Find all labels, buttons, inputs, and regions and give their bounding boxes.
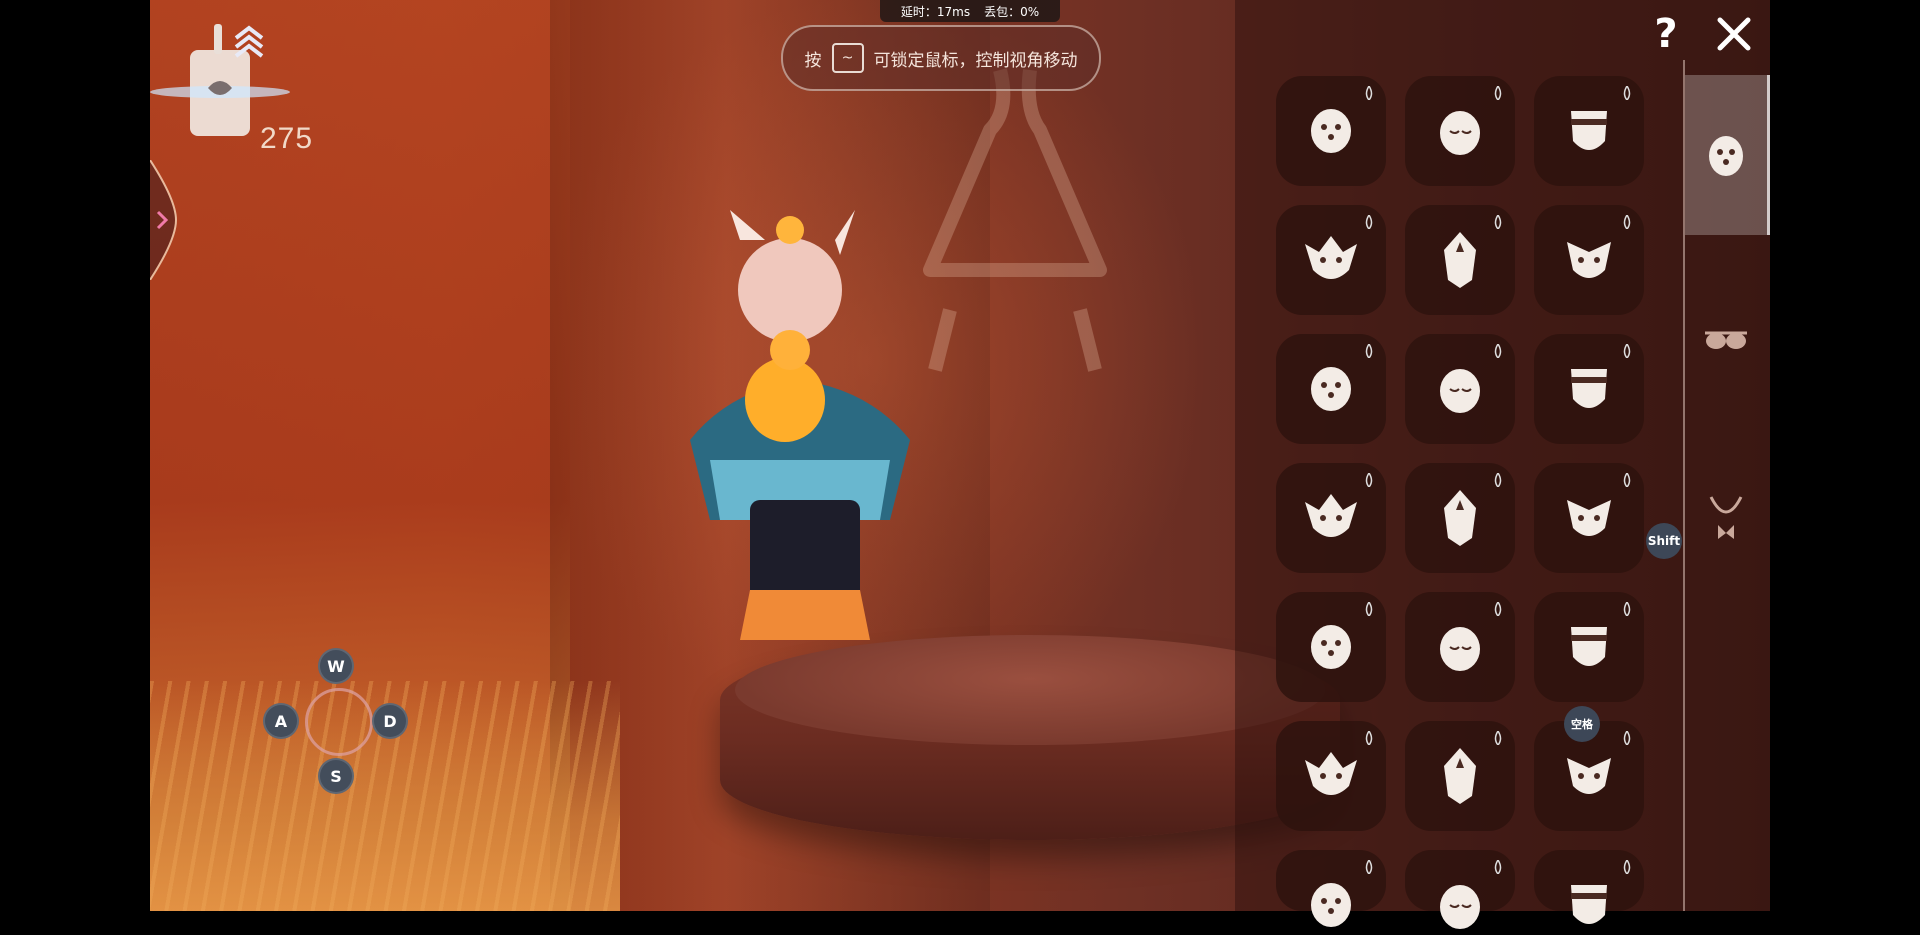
mask-icon bbox=[1311, 625, 1351, 669]
mask-icon bbox=[1444, 748, 1476, 804]
water-drop-icon bbox=[1623, 215, 1631, 229]
glasses-icon bbox=[1705, 331, 1747, 349]
water-drop-icon bbox=[1623, 602, 1631, 616]
mask-icon bbox=[1567, 758, 1611, 794]
mask-icon bbox=[1311, 367, 1351, 411]
mask-slot[interactable] bbox=[1405, 850, 1515, 929]
mask-icon bbox=[1571, 885, 1607, 924]
tab-necklaces[interactable] bbox=[1685, 440, 1767, 600]
tab-masks[interactable] bbox=[1685, 75, 1770, 235]
mask-slot[interactable] bbox=[1405, 334, 1515, 444]
candle-count: 275 bbox=[260, 122, 314, 155]
mask-icon bbox=[1440, 885, 1480, 929]
water-drop-icon bbox=[1365, 473, 1373, 487]
water-drop-icon bbox=[1365, 731, 1373, 745]
mouse-lock-hint: 按 ~ 可锁定鼠标，控制视角移动 bbox=[781, 25, 1101, 91]
mask-icon bbox=[1444, 490, 1476, 546]
mask-slot[interactable] bbox=[1534, 334, 1644, 444]
mask-icon bbox=[1440, 369, 1480, 413]
mask-slot[interactable] bbox=[1276, 850, 1386, 927]
mask-slot[interactable] bbox=[1276, 463, 1386, 573]
water-drop-icon bbox=[1623, 860, 1631, 874]
network-status: 延时：17ms 丢包：0% bbox=[880, 0, 1060, 22]
mask-slot[interactable] bbox=[1534, 205, 1644, 315]
mask-slot[interactable] bbox=[1276, 721, 1386, 831]
water-drop-icon bbox=[1365, 344, 1373, 358]
mask-slot[interactable] bbox=[1405, 463, 1515, 573]
mask-icon bbox=[1311, 109, 1351, 153]
mask-slot[interactable] bbox=[1534, 850, 1644, 924]
mask-icon bbox=[1305, 494, 1357, 537]
mask-icon bbox=[1709, 136, 1743, 176]
water-drop-icon bbox=[1494, 860, 1502, 874]
hint-prefix: 按 bbox=[804, 50, 822, 71]
mask-slot[interactable] bbox=[1405, 76, 1515, 186]
water-drop-icon bbox=[1365, 86, 1373, 100]
shift-key-hint: Shift bbox=[1646, 523, 1682, 559]
mask-icon bbox=[1567, 242, 1611, 278]
mask-slot[interactable] bbox=[1405, 592, 1515, 702]
key-a[interactable]: A bbox=[263, 703, 299, 739]
mask-icon bbox=[1444, 232, 1476, 288]
key-d[interactable]: D bbox=[372, 703, 408, 739]
candle-counter[interactable]: 275 bbox=[150, 20, 340, 160]
close-icon[interactable] bbox=[1715, 15, 1753, 53]
packet-loss-text: 丢包：0% bbox=[984, 4, 1040, 19]
mask-icon bbox=[1311, 883, 1351, 927]
key-s[interactable]: S bbox=[318, 758, 354, 794]
mask-slot[interactable] bbox=[1534, 592, 1644, 702]
mask-slot[interactable] bbox=[1405, 721, 1515, 831]
hint-suffix: 可锁定鼠标，控制视角移动 bbox=[873, 50, 1078, 71]
mask-icon bbox=[1305, 236, 1357, 279]
mask-slot[interactable] bbox=[1276, 76, 1386, 186]
key-w[interactable]: W bbox=[318, 648, 354, 684]
mask-icon bbox=[1440, 627, 1480, 671]
mask-slot[interactable] bbox=[1405, 205, 1515, 315]
mask-icon bbox=[1567, 500, 1611, 536]
tab-glasses[interactable] bbox=[1685, 260, 1767, 420]
water-drop-icon bbox=[1494, 473, 1502, 487]
water-drop-icon bbox=[1623, 344, 1631, 358]
mask-slot[interactable] bbox=[1276, 592, 1386, 702]
side-menu-tab[interactable] bbox=[150, 160, 178, 280]
mask-slot[interactable] bbox=[1276, 334, 1386, 444]
water-drop-icon bbox=[1623, 473, 1631, 487]
water-drop-icon bbox=[1494, 86, 1502, 100]
movement-controls[interactable]: W A D S bbox=[260, 648, 420, 798]
necklace-icon bbox=[1709, 496, 1743, 539]
mask-icon bbox=[1571, 369, 1607, 408]
water-drop-icon bbox=[1494, 344, 1502, 358]
tilde-key-icon: ~ bbox=[831, 43, 864, 73]
mask-slot[interactable] bbox=[1534, 463, 1644, 573]
mask-icon bbox=[1440, 111, 1480, 155]
mask-slot[interactable] bbox=[1534, 76, 1644, 186]
mask-slot[interactable] bbox=[1276, 205, 1386, 315]
player-character bbox=[690, 210, 910, 640]
water-drop-icon bbox=[1494, 215, 1502, 229]
joystick-ring[interactable] bbox=[305, 688, 373, 756]
help-button[interactable]: ? bbox=[1648, 12, 1684, 56]
space-key-hint: 空格 bbox=[1564, 706, 1600, 742]
water-drop-icon bbox=[1494, 731, 1502, 745]
water-drop-icon bbox=[1365, 215, 1373, 229]
mask-icon bbox=[1571, 111, 1607, 150]
water-drop-icon bbox=[1365, 602, 1373, 616]
water-drop-icon bbox=[1623, 86, 1631, 100]
water-drop-icon bbox=[1494, 602, 1502, 616]
water-drop-icon bbox=[1623, 731, 1631, 745]
mask-icon bbox=[1305, 752, 1357, 795]
mask-icon bbox=[1571, 627, 1607, 666]
water-drop-icon bbox=[1365, 860, 1373, 874]
latency-text: 延时：17ms bbox=[900, 4, 971, 19]
